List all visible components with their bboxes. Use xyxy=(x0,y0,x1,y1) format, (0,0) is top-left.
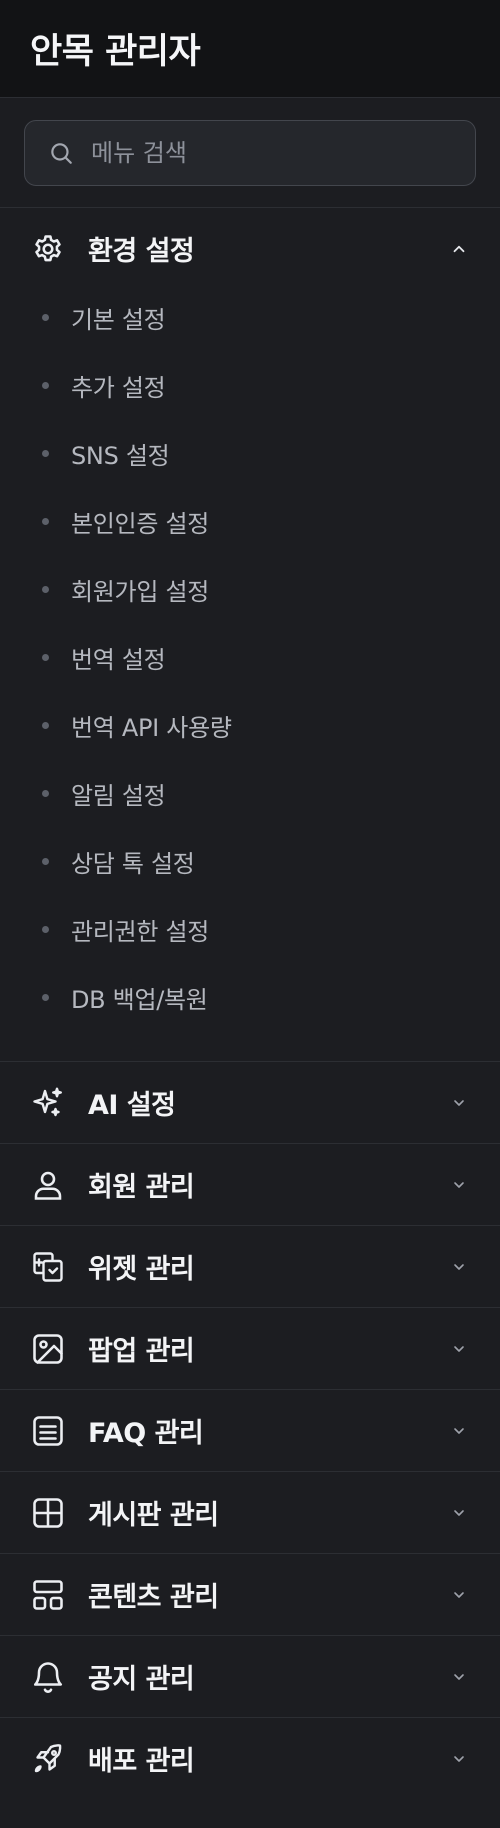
bullet-dot xyxy=(42,313,49,321)
bullet-dot xyxy=(42,585,49,593)
section-notices: 공지 관리 xyxy=(0,1636,500,1718)
submenu-item-verification-settings[interactable]: 본인인증 설정 xyxy=(0,487,500,555)
app-title: 안목 관리자 xyxy=(30,32,201,72)
submenu-label: 추가 설정 xyxy=(71,373,166,402)
chevron-down-icon xyxy=(448,1666,470,1688)
section-label: 회원 관리 xyxy=(88,1172,195,1203)
section-label: 팝업 관리 xyxy=(88,1336,195,1367)
section-ai: AI 설정 xyxy=(0,1062,500,1144)
submenu-label: DB 백업/복원 xyxy=(71,985,208,1014)
section-header-settings[interactable]: 환경 설정 xyxy=(0,208,500,289)
search-box[interactable] xyxy=(24,120,476,186)
bullet-dot xyxy=(42,721,49,729)
submenu-label: 번역 API 사용량 xyxy=(71,713,232,742)
submenu-label: 번역 설정 xyxy=(71,645,166,674)
submenu-label: 상담 톡 설정 xyxy=(71,849,195,878)
section-label: 공지 관리 xyxy=(88,1664,195,1695)
section-members: 회원 관리 xyxy=(0,1144,500,1226)
bullet-dot xyxy=(42,653,49,661)
chevron-down-icon xyxy=(448,1584,470,1606)
section-popups: 팝업 관리 xyxy=(0,1308,500,1390)
submenu-item-sns-settings[interactable]: SNS 설정 xyxy=(0,419,500,487)
section-faq: FAQ 관리 xyxy=(0,1390,500,1472)
section-header-members[interactable]: 회원 관리 xyxy=(0,1144,500,1225)
submenu-item-consult-talk-settings[interactable]: 상담 톡 설정 xyxy=(0,827,500,895)
section-label: 환경 설정 xyxy=(88,236,195,267)
chevron-down-icon xyxy=(448,1338,470,1360)
admin-sidebar: 안목 관리자 환경 설정 xyxy=(0,0,500,1828)
chevron-down-icon xyxy=(448,1092,470,1114)
layout-icon xyxy=(30,1577,66,1613)
section-header-deploy[interactable]: 배포 관리 xyxy=(0,1718,500,1799)
chevron-up-icon xyxy=(448,238,470,260)
user-icon xyxy=(30,1167,66,1203)
section-header-widgets[interactable]: 위젯 관리 xyxy=(0,1226,500,1307)
submenu-item-signup-settings[interactable]: 회원가입 설정 xyxy=(0,555,500,623)
section-boards: 게시판 관리 xyxy=(0,1472,500,1554)
list-icon xyxy=(30,1413,66,1449)
submenu-item-additional-settings[interactable]: 추가 설정 xyxy=(0,351,500,419)
bullet-dot xyxy=(42,857,49,865)
grid-icon xyxy=(30,1495,66,1531)
section-label: 콘텐츠 관리 xyxy=(88,1582,219,1613)
submenu-label: 회원가입 설정 xyxy=(71,577,210,606)
section-label: 게시판 관리 xyxy=(88,1500,219,1531)
bullet-dot xyxy=(42,993,49,1001)
section-label: FAQ 관리 xyxy=(88,1418,204,1449)
section-header-notices[interactable]: 공지 관리 xyxy=(0,1636,500,1717)
section-header-ai[interactable]: AI 설정 xyxy=(0,1062,500,1143)
submenu-item-notification-settings[interactable]: 알림 설정 xyxy=(0,759,500,827)
submenu-label: 기본 설정 xyxy=(71,305,166,334)
bell-icon xyxy=(30,1659,66,1695)
section-label: 배포 관리 xyxy=(88,1746,195,1777)
chevron-down-icon xyxy=(448,1748,470,1770)
gear-icon xyxy=(30,231,66,267)
section-header-boards[interactable]: 게시판 관리 xyxy=(0,1472,500,1553)
submenu-label: SNS 설정 xyxy=(71,441,170,470)
section-header-contents[interactable]: 콘텐츠 관리 xyxy=(0,1554,500,1635)
search-area xyxy=(0,98,500,208)
submenu-label: 본인인증 설정 xyxy=(71,509,210,538)
submenu-item-translation-settings[interactable]: 번역 설정 xyxy=(0,623,500,691)
chevron-down-icon xyxy=(448,1502,470,1524)
section-header-faq[interactable]: FAQ 관리 xyxy=(0,1390,500,1471)
bullet-dot xyxy=(42,925,49,933)
search-icon xyxy=(47,139,75,167)
section-label: AI 설정 xyxy=(88,1090,176,1121)
bullet-dot xyxy=(42,789,49,797)
submenu-item-translation-api-usage[interactable]: 번역 API 사용량 xyxy=(0,691,500,759)
chevron-down-icon xyxy=(448,1420,470,1442)
section-widgets: 위젯 관리 xyxy=(0,1226,500,1308)
search-input[interactable] xyxy=(89,138,473,168)
image-icon xyxy=(30,1331,66,1367)
submenu-label: 관리권한 설정 xyxy=(71,917,210,946)
section-header-popups[interactable]: 팝업 관리 xyxy=(0,1308,500,1389)
section-settings: 환경 설정 기본 설정 추가 설정 SNS 설정 본인인증 설정 회원가입 설정… xyxy=(0,208,500,1062)
section-deploy: 배포 관리 xyxy=(0,1718,500,1799)
bullet-dot xyxy=(42,449,49,457)
rocket-icon xyxy=(30,1741,66,1777)
widget-icon xyxy=(30,1249,66,1285)
bullet-dot xyxy=(42,381,49,389)
sidebar-header: 안목 관리자 xyxy=(0,0,500,98)
section-label: 위젯 관리 xyxy=(88,1254,195,1285)
submenu-label: 알림 설정 xyxy=(71,781,166,810)
submenu-item-db-backup-restore[interactable]: DB 백업/복원 xyxy=(0,963,500,1031)
settings-submenu: 기본 설정 추가 설정 SNS 설정 본인인증 설정 회원가입 설정 번역 설정 xyxy=(0,283,500,1031)
submenu-item-admin-permission-settings[interactable]: 관리권한 설정 xyxy=(0,895,500,963)
chevron-down-icon xyxy=(448,1256,470,1278)
sparkles-icon xyxy=(30,1085,66,1121)
section-contents: 콘텐츠 관리 xyxy=(0,1554,500,1636)
bullet-dot xyxy=(42,517,49,525)
chevron-down-icon xyxy=(448,1174,470,1196)
submenu-item-basic-settings[interactable]: 기본 설정 xyxy=(0,283,500,351)
